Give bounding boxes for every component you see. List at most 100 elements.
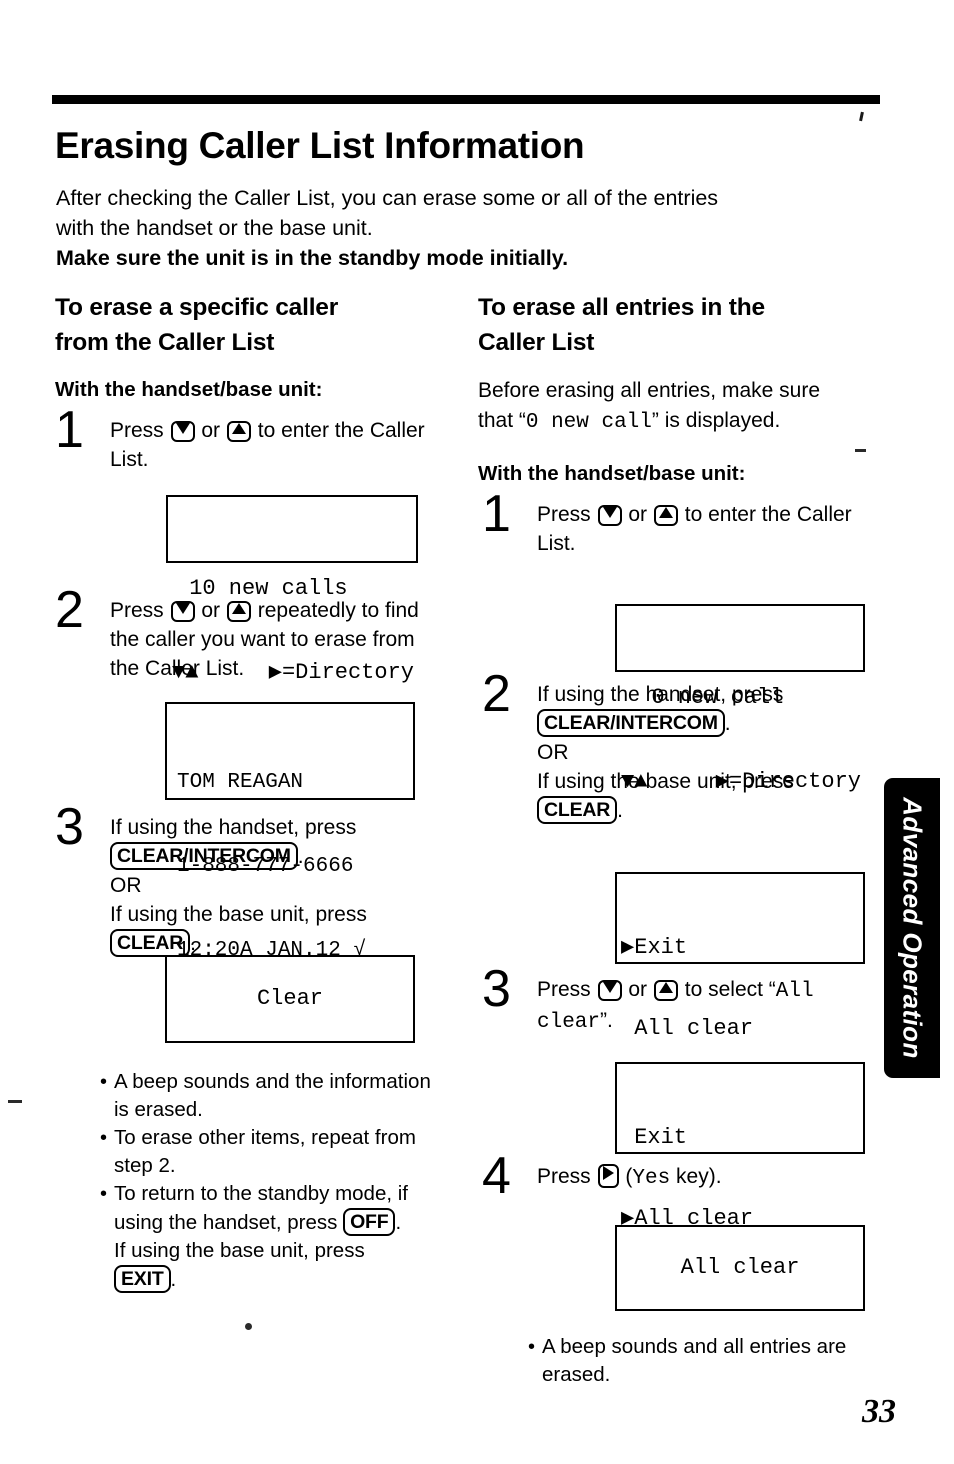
side-tab-label: Advanced Operation <box>897 797 928 1059</box>
clear-intercom-key-label[interactable]: CLEAR/INTERCOM <box>110 842 298 870</box>
step-text-fragment: Press <box>537 978 591 1001</box>
page-number: 33 <box>862 1393 896 1430</box>
left-step-3: 3 If using the handset, press CLEAR/INTE… <box>55 801 445 958</box>
header-rule <box>52 95 880 104</box>
intro-fragment: displayed. <box>685 409 781 432</box>
clear-key-label[interactable]: CLEAR <box>537 796 618 824</box>
intro-line-2: with the handset or the base unit. <box>56 216 373 240</box>
left-subheading: With the handset/base unit: <box>55 378 323 401</box>
right-heading-line-1: To erase all entries in the <box>478 294 765 321</box>
right-heading-line-2: Caller List <box>478 329 595 356</box>
scan-artifact <box>8 1100 22 1103</box>
intro-fragment: Before erasing all entries, make <box>478 379 774 402</box>
step-text-fragment: to select “ <box>684 978 776 1001</box>
lcd-display-all-clear-confirm: All clear <box>615 1225 865 1311</box>
step-number: 2 <box>55 581 84 639</box>
clear-intercom-key-label[interactable]: CLEAR/INTERCOM <box>537 709 725 737</box>
lcd-menu-exit: ▶Exit <box>621 935 688 960</box>
step-text-fragment: If using the base unit, press <box>110 903 367 926</box>
left-heading-line-2: from the Caller List <box>55 329 275 356</box>
right-step-2: 2 If using the handset, press CLEAR/INTE… <box>478 668 878 825</box>
right-step-4: 4 Press (Yes key). <box>478 1150 878 1202</box>
lcd-display-clear: Clear <box>165 955 415 1043</box>
up-arrow-key-icon[interactable] <box>653 505 678 526</box>
note-item: To erase other items, repeat from step 2… <box>100 1124 450 1180</box>
step-text-fragment: Press <box>110 599 164 622</box>
lcd-caller-name: TOM REAGAN <box>177 771 304 794</box>
left-column: To erase a specific caller from the Call… <box>55 290 445 1293</box>
or-label: OR <box>537 741 569 764</box>
step-mono-text: Yes <box>632 1167 671 1190</box>
note-text-fragment: If using the base unit, press <box>114 1239 365 1262</box>
right-step-3: 3 Press or to select “All clear”. <box>478 963 878 1037</box>
right-column: To erase all entries in the Caller List … <box>478 290 878 1386</box>
intro-mono-text: 0 new call <box>525 411 652 434</box>
clear-key-label[interactable]: CLEAR <box>110 929 191 957</box>
lcd-display-exit-allclear-menu: ▶Exit All clear ▼▲ ▶=Yes <box>615 872 865 1122</box>
right-step-1: 1 Press or to enter the Caller List. <box>478 488 878 558</box>
intro-fragment: ” is <box>651 409 680 432</box>
step-number: 4 <box>482 1147 511 1205</box>
lcd-display-0-new-call: 0 new call ▼▲ ▶=Directory <box>615 604 865 794</box>
step-number: 1 <box>55 401 84 459</box>
step-text: Press or repeatedly to find the caller y… <box>110 596 445 683</box>
step-text-fragment: ”. <box>600 1009 613 1032</box>
step-text: If using the handset, press CLEAR/INTERC… <box>110 816 367 957</box>
page-title: Erasing Caller List Information <box>55 125 585 166</box>
note-item: A beep sounds and the information is era… <box>100 1068 450 1124</box>
step-number: 3 <box>55 798 84 856</box>
step-text-fragment: or <box>628 503 648 526</box>
section-side-tab: Advanced Operation <box>884 778 940 1078</box>
left-notes: A beep sounds and the information is era… <box>100 1068 450 1294</box>
or-label: OR <box>110 874 142 897</box>
down-arrow-key-icon[interactable] <box>597 505 622 526</box>
step-text-fragment: Press <box>537 1165 591 1188</box>
step-text-fragment: If using the base unit, press <box>537 770 794 793</box>
down-arrow-key-icon[interactable] <box>170 421 195 442</box>
intro-line-1: After checking the Caller List, you can … <box>56 186 719 210</box>
off-key-label[interactable]: OFF <box>343 1208 396 1236</box>
step-text: Press or to enter the Caller List. <box>110 416 445 474</box>
lcd-clear-text: Clear <box>256 986 323 1011</box>
lcd-menu-exit: Exit <box>621 1125 688 1150</box>
lcd-display-allclear-selected: Exit ▶All clear ▼▲ ▶=Yes <box>615 1062 865 1312</box>
lcd-display-caller-entry: TOM REAGAN 1-888-777-6666 12:20A JAN.12 … <box>165 702 415 962</box>
exit-key-label[interactable]: EXIT <box>114 1265 171 1293</box>
note-item: To return to the standby mode, if using … <box>100 1180 450 1294</box>
up-arrow-key-icon[interactable] <box>653 980 678 1001</box>
down-arrow-key-icon[interactable] <box>597 980 622 1001</box>
step-text-fragment: or <box>201 419 221 442</box>
up-arrow-key-icon[interactable] <box>226 601 251 622</box>
up-arrow-key-icon[interactable] <box>226 421 251 442</box>
down-arrow-key-icon[interactable] <box>170 601 195 622</box>
left-heading-line-1: To erase a specific caller <box>55 294 339 321</box>
step-number: 3 <box>482 960 511 1018</box>
right-intro: Before erasing all entries, make sure th… <box>478 376 838 438</box>
intro-bold-note: Make sure the unit is in the standby mod… <box>56 246 569 270</box>
step-number: 1 <box>482 485 511 543</box>
scan-artifact <box>859 111 864 122</box>
step-text: Press or to enter the Caller List. <box>537 500 878 558</box>
right-arrow-key-icon[interactable] <box>597 1164 619 1188</box>
step-text-fragment: key). <box>676 1165 722 1188</box>
page-intro: After checking the Caller List, you can … <box>56 183 856 273</box>
left-section-heading: To erase a specific caller from the Call… <box>55 290 445 360</box>
right-notes: A beep sounds and all entries are erased… <box>528 1333 858 1389</box>
left-step-2: 2 Press or repeatedly to find the caller… <box>55 584 445 683</box>
step-text-fragment: or <box>628 978 648 1001</box>
lcd-all-clear-text: All clear <box>680 1255 800 1280</box>
step-text-fragment: If using the handset, press <box>537 683 784 706</box>
step-text-fragment: or <box>201 599 221 622</box>
note-item: A beep sounds and all entries are erased… <box>528 1333 858 1389</box>
step-text: Press (Yes key). <box>537 1162 878 1193</box>
left-step-1: 1 Press or to enter the Caller List. <box>55 404 445 474</box>
step-text: Press or to select “All clear”. <box>537 975 878 1037</box>
scan-artifact <box>245 1323 252 1330</box>
right-section-heading: To erase all entries in the Caller List <box>478 290 878 360</box>
right-subheading: With the handset/base unit: <box>478 462 746 485</box>
step-text-fragment: If using the handset, press <box>110 816 357 839</box>
lcd-display-10-new-calls: 10 new calls ▼▲ ▶=Directory <box>166 495 418 685</box>
step-text-fragment: Press <box>537 503 591 526</box>
step-number: 2 <box>482 665 511 723</box>
step-text-fragment: Press <box>110 419 164 442</box>
